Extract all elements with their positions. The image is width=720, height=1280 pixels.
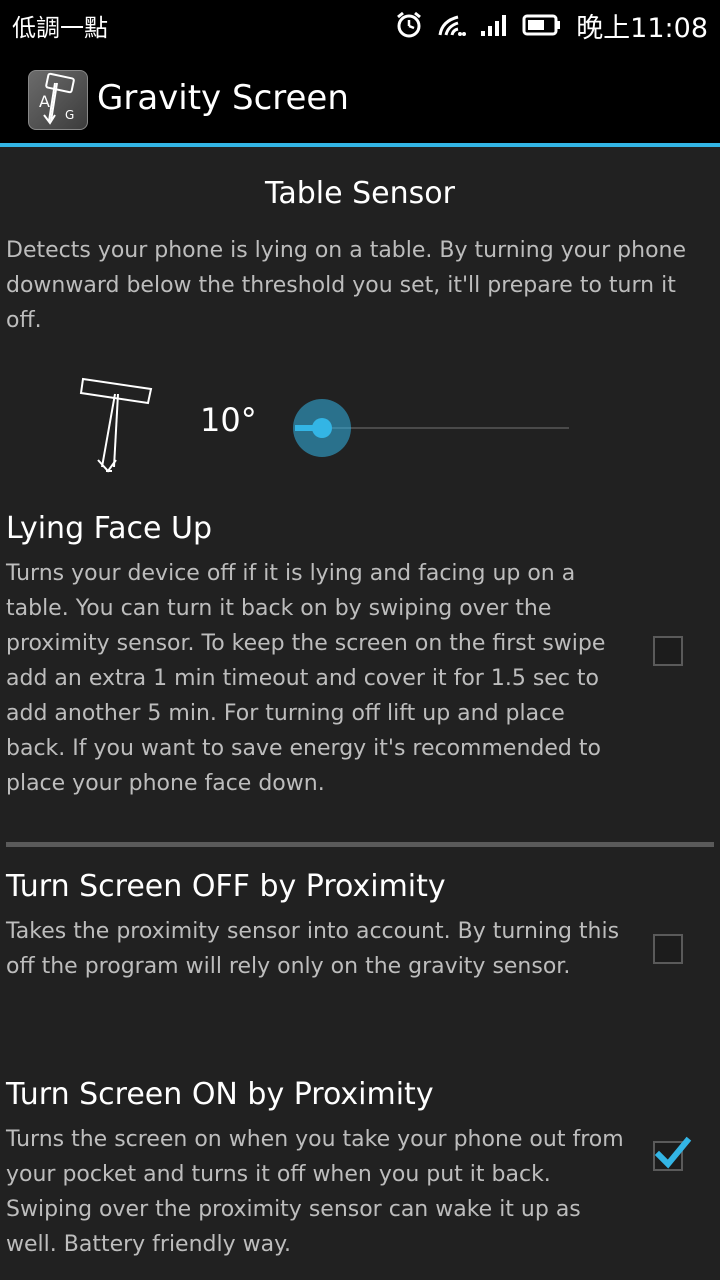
status-carrier-text: 低調一點 xyxy=(12,14,108,42)
pref-screen-off-proximity-summary: Takes the proximity sensor into account.… xyxy=(6,919,620,979)
pref-screen-off-proximity-title[interactable]: Turn Screen OFF by Proximity xyxy=(6,865,446,909)
pref-lying-face-up-title[interactable]: Lying Face Up xyxy=(6,507,212,551)
table-sensor-description: Detects your phone is lying on a table. … xyxy=(6,238,687,333)
signal-icon xyxy=(481,15,507,36)
status-icons: 晚上11:08 xyxy=(394,6,708,44)
section-title-table-sensor: Table Sensor xyxy=(265,176,455,211)
status-bar: 低調一點 晚上11:08 xyxy=(0,0,720,50)
section-divider xyxy=(6,842,714,847)
pref-lying-face-up-summary: Turns your device off if it is lying and… xyxy=(6,561,606,796)
angle-threshold-value: 10° xyxy=(200,401,257,439)
pref-screen-on-proximity-title[interactable]: Turn Screen ON by Proximity xyxy=(6,1073,434,1117)
pref-screen-off-proximity-checkbox[interactable] xyxy=(653,934,683,964)
checkmark-icon xyxy=(654,1136,692,1169)
alarm-icon xyxy=(397,11,422,38)
wifi-icon xyxy=(438,15,467,36)
svg-text:A: A xyxy=(39,92,50,111)
pref-screen-on-proximity-checkbox[interactable] xyxy=(653,1136,692,1171)
svg-text:G: G xyxy=(65,108,74,122)
pref-lying-face-up-checkbox[interactable] xyxy=(653,636,683,666)
app-title: Gravity Screen xyxy=(97,78,349,118)
battery-icon xyxy=(522,14,561,36)
status-time: 晚上11:08 xyxy=(576,12,708,44)
app-logo-icon: A G xyxy=(39,72,75,125)
app-icon[interactable]: A G xyxy=(28,70,88,130)
pref-screen-on-proximity-summary: Turns the screen on when you take your p… xyxy=(6,1127,624,1257)
phone-tilt-icon xyxy=(79,377,153,473)
